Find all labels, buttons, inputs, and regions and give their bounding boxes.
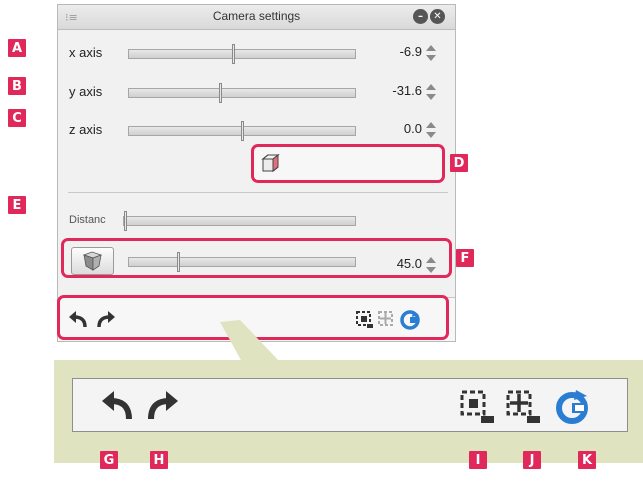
fit-view-large-icon[interactable] bbox=[459, 389, 497, 425]
center-view-large-icon[interactable] bbox=[505, 389, 543, 425]
badge-j: J bbox=[523, 451, 541, 469]
distance-slider-thumb[interactable] bbox=[124, 211, 127, 231]
y-axis-slider-thumb[interactable] bbox=[219, 83, 222, 103]
title-bar[interactable]: ⁝≡ Camera settings – ✕ bbox=[58, 5, 455, 30]
z-axis-label: z axis bbox=[69, 122, 103, 137]
x-axis-slider-thumb[interactable] bbox=[232, 44, 235, 64]
x-axis-value[interactable]: -6.9 bbox=[372, 44, 422, 59]
toolbar-zoom-callout: G H I J K bbox=[54, 360, 643, 469]
badge-e: E bbox=[8, 196, 26, 214]
y-axis-label: y axis bbox=[69, 84, 103, 99]
badge-g: G bbox=[100, 451, 118, 469]
reset-camera-large-icon[interactable] bbox=[553, 388, 593, 426]
y-axis-value[interactable]: -31.6 bbox=[372, 83, 422, 98]
toolbar-zoom-panel bbox=[72, 378, 628, 432]
badge-a: A bbox=[8, 39, 26, 57]
callout-pointer bbox=[220, 320, 280, 362]
x-axis-slider[interactable] bbox=[128, 44, 356, 64]
close-icon[interactable]: ✕ bbox=[430, 9, 445, 24]
y-axis-slider[interactable] bbox=[128, 83, 356, 103]
badge-f: F bbox=[456, 249, 474, 267]
y-axis-spin-icon[interactable] bbox=[426, 84, 436, 100]
redo-large-icon[interactable] bbox=[143, 389, 179, 423]
z-axis-slider-thumb[interactable] bbox=[241, 121, 244, 141]
panel-title: Camera settings bbox=[212, 9, 301, 23]
x-axis-spin-icon[interactable] bbox=[426, 45, 436, 61]
minimize-icon[interactable]: – bbox=[413, 9, 428, 24]
badge-c: C bbox=[8, 109, 26, 127]
section-divider bbox=[68, 192, 448, 193]
badge-b: B bbox=[8, 77, 26, 95]
badge-k: K bbox=[578, 451, 596, 469]
distance-slider[interactable] bbox=[123, 211, 356, 231]
cube-view-6-icon[interactable] bbox=[259, 152, 281, 174]
badge-i: I bbox=[469, 451, 487, 469]
x-axis-label: x axis bbox=[69, 45, 103, 60]
z-axis-slider[interactable] bbox=[128, 121, 356, 141]
distance-label: Distanc bbox=[69, 214, 106, 226]
undo-large-icon[interactable] bbox=[101, 389, 137, 423]
camera-preset-row bbox=[259, 150, 439, 176]
z-axis-value[interactable]: 0.0 bbox=[372, 121, 422, 136]
badge-d: D bbox=[450, 154, 468, 172]
z-axis-spin-icon[interactable] bbox=[426, 122, 436, 138]
badge-h: H bbox=[150, 451, 168, 469]
field-of-view-group bbox=[61, 238, 452, 278]
